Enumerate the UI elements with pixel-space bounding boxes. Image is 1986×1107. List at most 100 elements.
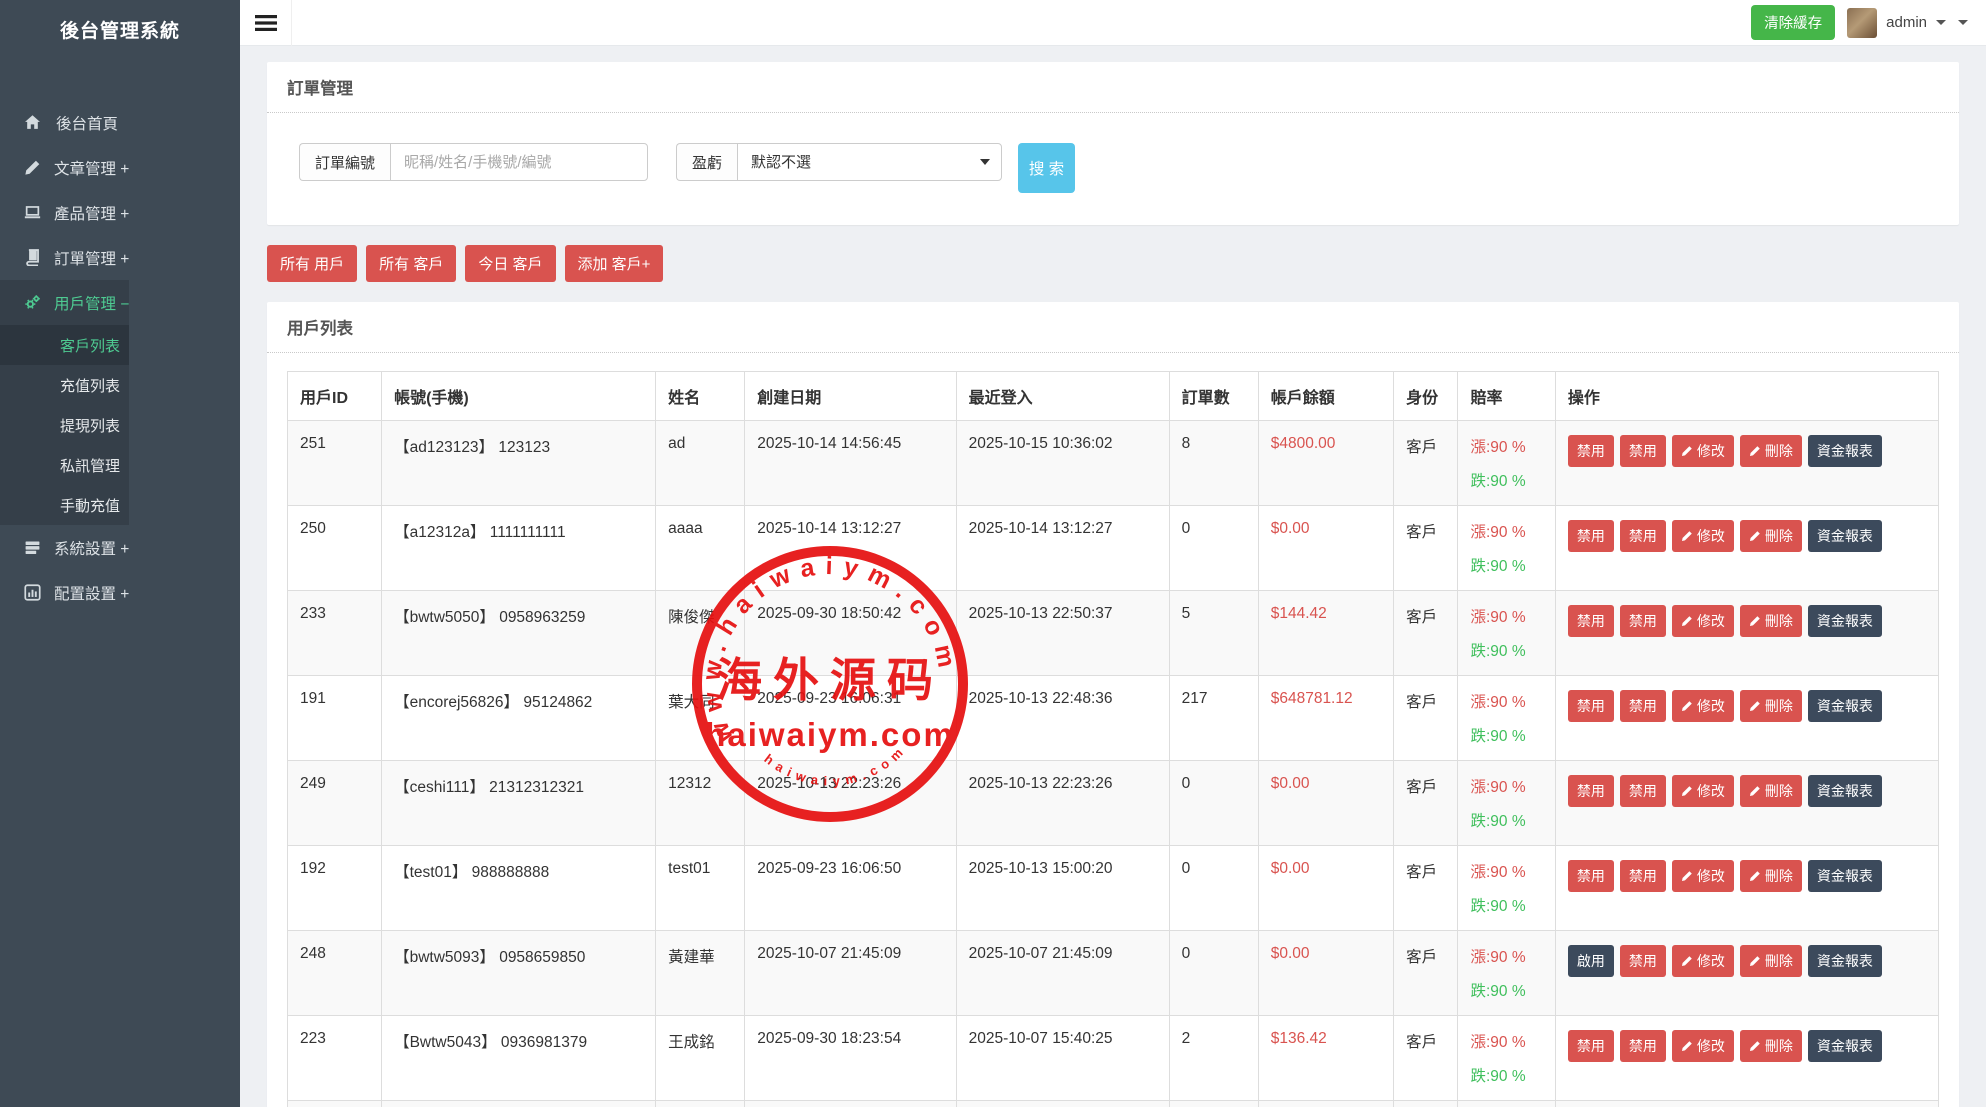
button-label: 資金報表 (1817, 441, 1873, 461)
menu-toggle-button[interactable] (240, 0, 292, 46)
edit-button[interactable]: 修改 (1672, 945, 1734, 977)
cell-account: 【Bwtw5043】 0936981379 (382, 1016, 656, 1101)
sidebar-subitem-customer-list[interactable]: 客戶列表 (0, 325, 129, 365)
today-customers-button[interactable]: 今日 客戶 (465, 245, 555, 282)
disable-button[interactable]: 禁用 (1620, 605, 1666, 637)
order-search-input[interactable] (390, 143, 648, 181)
profit-label: 盈虧 (676, 143, 737, 181)
button-label: 禁用 (1577, 866, 1605, 886)
cogs-icon (24, 294, 41, 311)
cell-user-id: 223 (288, 1016, 382, 1101)
delete-button[interactable]: 刪除 (1740, 690, 1802, 722)
edit-button[interactable]: 修改 (1672, 690, 1734, 722)
sidebar-item-home[interactable]: 後台首頁 (0, 100, 129, 145)
delete-button[interactable]: 刪除 (1740, 775, 1802, 807)
search-button[interactable]: 搜 索 (1018, 143, 1075, 193)
sidebar-item-label: 系統設置 + (54, 537, 129, 559)
cell-created-date: 2025-10-07 21:45:09 (745, 931, 956, 1016)
cell-role: 客戶 (1394, 1101, 1458, 1107)
disable-button[interactable]: 禁用 (1620, 775, 1666, 807)
fund-report-button[interactable]: 資金報表 (1808, 775, 1882, 807)
add-customer-button[interactable]: 添加 客戶+ (565, 245, 664, 282)
table-row: 251【ad123123】 123123ad2025-10-14 14:56:4… (288, 421, 1939, 506)
delete-button[interactable]: 刪除 (1740, 945, 1802, 977)
sidebar-subitem-private-message[interactable]: 私訊管理 (0, 445, 129, 485)
disable-button[interactable]: 禁用 (1568, 690, 1614, 722)
sidebar-item-config-settings[interactable]: 配置設置 + (0, 570, 129, 615)
pencil-icon (24, 159, 41, 176)
cell-order-count: 217 (1169, 676, 1258, 761)
edit-button[interactable]: 修改 (1672, 435, 1734, 467)
cell-created-date: 2025-09-30 18:23:54 (745, 1016, 956, 1101)
edit-button[interactable]: 修改 (1672, 1030, 1734, 1062)
fund-report-button[interactable]: 資金報表 (1808, 690, 1882, 722)
sidebar-item-label: 後台首頁 (56, 112, 118, 134)
enable-button[interactable]: 啟用 (1568, 945, 1614, 977)
cell-last-login: 2025-10-07 21:45:09 (956, 931, 1169, 1016)
table-row: 231【bwtw5046】 0977394319黃鎮緯2025-09-30 18… (288, 1101, 1939, 1107)
fund-report-button[interactable]: 資金報表 (1808, 1030, 1882, 1062)
cell-account: 【bwtw5093】 0958659850 (382, 931, 656, 1016)
disable-button[interactable]: 禁用 (1568, 860, 1614, 892)
disable-button[interactable]: 禁用 (1568, 605, 1614, 637)
sidebar-group-users: 用戶管理 −客戶列表充值列表提現列表私訊管理手動充值 (0, 280, 129, 525)
delete-button[interactable]: 刪除 (1740, 435, 1802, 467)
edit-button[interactable]: 修改 (1672, 605, 1734, 637)
disable-button[interactable]: 禁用 (1620, 945, 1666, 977)
profit-select[interactable]: 默認不選 (737, 143, 1002, 181)
button-label: 刪除 (1765, 951, 1793, 971)
delete-button[interactable]: 刪除 (1740, 520, 1802, 552)
clear-cache-button[interactable]: 清除緩存 (1751, 5, 1835, 40)
sidebar-item-products[interactable]: 產品管理 + (0, 190, 129, 235)
disable-button[interactable]: 禁用 (1568, 1030, 1614, 1062)
caret-down-icon[interactable] (1958, 20, 1968, 25)
user-menu[interactable]: admin (1847, 8, 1946, 38)
cell-name: 王成銘 (656, 1016, 745, 1101)
disable-button[interactable]: 禁用 (1568, 435, 1614, 467)
disable-button[interactable]: 禁用 (1620, 520, 1666, 552)
order-management-panel: 訂單管理 訂單編號 盈虧 默認不選 (267, 62, 1959, 225)
all-customers-button[interactable]: 所有 客戶 (366, 245, 456, 282)
sidebar-item-users[interactable]: 用戶管理 − (0, 280, 129, 325)
disable-button[interactable]: 禁用 (1620, 690, 1666, 722)
app-title: 後台管理系統 (0, 0, 240, 58)
cell-last-login: 2025-10-03 21:45:25 (956, 1101, 1169, 1107)
caret-down-icon (1936, 20, 1946, 25)
pencil-icon (1749, 955, 1761, 967)
sidebar-item-orders[interactable]: 訂單管理 + (0, 235, 129, 280)
disable-button[interactable]: 禁用 (1620, 1030, 1666, 1062)
cell-user-id: 191 (288, 676, 382, 761)
cell-user-id: 233 (288, 591, 382, 676)
odds-down-label: 跌:90 % (1470, 1064, 1542, 1086)
disable-button[interactable]: 禁用 (1568, 775, 1614, 807)
table-header-row: 用戶ID帳號(手機)姓名創建日期最近登入訂單數帳戶餘額身份賠率操作 (288, 372, 1939, 421)
edit-button[interactable]: 修改 (1672, 520, 1734, 552)
fund-report-button[interactable]: 資金報表 (1808, 605, 1882, 637)
disable-button[interactable]: 禁用 (1620, 435, 1666, 467)
cell-account: 【bwtw5050】 0958963259 (382, 591, 656, 676)
all-users-button[interactable]: 所有 用戶 (267, 245, 357, 282)
fund-report-button[interactable]: 資金報表 (1808, 945, 1882, 977)
laptop-icon (24, 204, 41, 221)
disable-button[interactable]: 禁用 (1568, 520, 1614, 552)
sidebar-subitem-manual-recharge[interactable]: 手動充值 (0, 485, 129, 525)
delete-button[interactable]: 刪除 (1740, 860, 1802, 892)
sidebar-subitem-recharge-list[interactable]: 充值列表 (0, 365, 129, 405)
odds-up-label: 漲:90 % (1470, 520, 1542, 542)
sidebar-subitem-withdraw-list[interactable]: 提現列表 (0, 405, 129, 445)
cell-balance: $0.00 (1258, 506, 1393, 591)
disable-button[interactable]: 禁用 (1620, 860, 1666, 892)
delete-button[interactable]: 刪除 (1740, 605, 1802, 637)
fund-report-button[interactable]: 資金報表 (1808, 435, 1882, 467)
sidebar-item-label: 產品管理 + (54, 202, 129, 224)
cell-last-login: 2025-10-13 22:23:26 (956, 761, 1169, 846)
sidebar-item-articles[interactable]: 文章管理 + (0, 145, 129, 190)
fund-report-button[interactable]: 資金報表 (1808, 860, 1882, 892)
sidebar-item-system-settings[interactable]: 系統設置 + (0, 525, 129, 570)
fund-report-button[interactable]: 資金報表 (1808, 520, 1882, 552)
topbar-right: 清除緩存 admin (1751, 5, 1986, 40)
pencil-icon (1749, 445, 1761, 457)
delete-button[interactable]: 刪除 (1740, 1030, 1802, 1062)
edit-button[interactable]: 修改 (1672, 775, 1734, 807)
edit-button[interactable]: 修改 (1672, 860, 1734, 892)
